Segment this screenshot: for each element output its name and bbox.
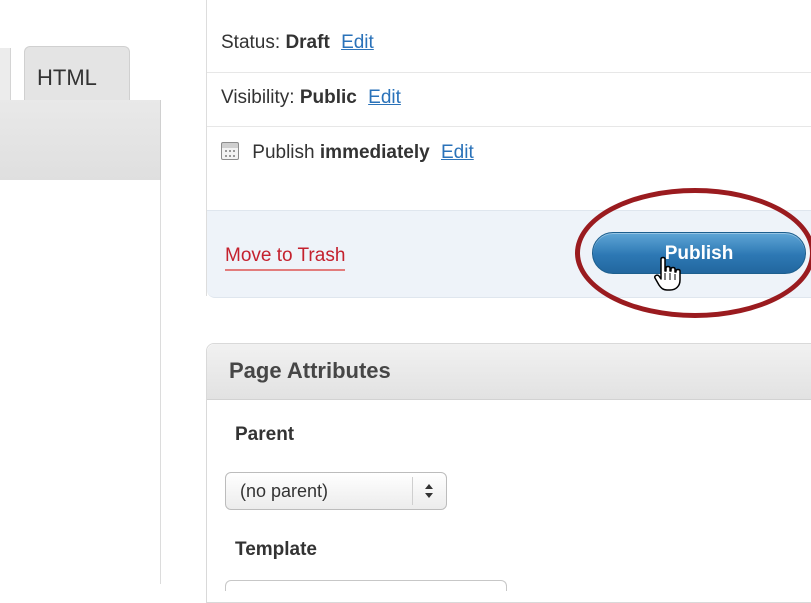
template-select[interactable] <box>225 580 507 591</box>
status-label: Status: <box>221 32 281 53</box>
parent-label: Parent <box>235 424 295 445</box>
divider <box>207 126 811 127</box>
editor-textarea[interactable] <box>0 180 161 584</box>
publish-date-row: Publish immediately Edit <box>221 142 474 164</box>
publish-box: Status: Draft Edit Visibility: Public Ed… <box>206 0 811 298</box>
publish-button[interactable]: Publish <box>592 232 806 274</box>
hand-cursor-icon <box>654 256 681 291</box>
select-separator <box>412 477 413 505</box>
edit-publish-date-link[interactable]: Edit <box>441 142 474 163</box>
tab-visual[interactable] <box>0 48 11 100</box>
publish-date-value: immediately <box>319 142 430 163</box>
page-attributes-title[interactable]: Page Attributes <box>207 344 811 400</box>
editor-tabs-strip: HTML <box>0 0 160 116</box>
status-value: Draft <box>285 32 330 53</box>
editor-toolbar <box>0 100 161 181</box>
parent-select[interactable]: (no parent) <box>225 472 447 510</box>
edit-status-link[interactable]: Edit <box>341 32 374 53</box>
parent-select-value: (no parent) <box>240 481 329 501</box>
major-publishing-actions: Move to Trash Publish <box>207 210 811 298</box>
visibility-value: Public <box>299 87 357 108</box>
divider <box>207 72 811 73</box>
edit-visibility-link[interactable]: Edit <box>368 87 401 108</box>
move-to-trash-link[interactable]: Move to Trash <box>225 245 346 271</box>
publish-date-label: Publish <box>252 142 315 163</box>
page-attributes-box: Page Attributes Parent (no parent) Templ… <box>206 343 811 603</box>
calendar-icon <box>221 142 239 160</box>
status-row: Status: Draft Edit <box>221 32 374 54</box>
template-label: Template <box>235 539 318 560</box>
visibility-row: Visibility: Public Edit <box>221 87 401 109</box>
select-arrows-icon <box>425 484 433 498</box>
visibility-label: Visibility: <box>221 87 295 108</box>
